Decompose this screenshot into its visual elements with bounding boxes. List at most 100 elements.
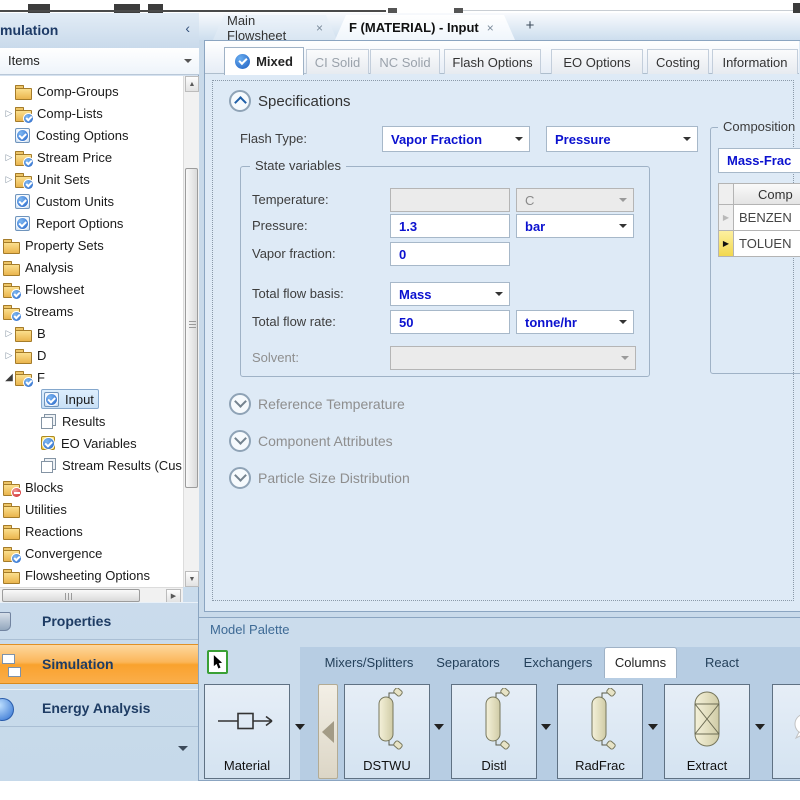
tree-vertical-scrollbar[interactable]: ▲ ▼ — [183, 76, 199, 587]
nav-button-simulation[interactable]: Simulation — [0, 644, 198, 684]
expand-section-icon[interactable] — [229, 467, 251, 489]
tree-item-blocks[interactable]: Blocks — [0, 476, 183, 498]
section-title-component-attributes: Component Attributes — [258, 433, 393, 449]
tree-item-flowsheet[interactable]: Flowsheet — [0, 278, 183, 300]
close-tab-icon[interactable]: × — [316, 21, 323, 35]
scroll-up-icon[interactable]: ▲ — [185, 76, 199, 92]
tab-nc-solid[interactable]: NC Solid — [370, 49, 440, 74]
total-flow-rate-unit-dropdown[interactable]: tonne/hr — [516, 310, 634, 334]
vapor-fraction-field[interactable]: 0 — [390, 242, 510, 266]
scroll-right-icon[interactable]: ▶ — [166, 589, 181, 603]
expander-collapsed-icon[interactable]: ▷ — [3, 350, 15, 361]
row-marker[interactable]: ▶ — [718, 204, 734, 231]
form-check-icon — [44, 392, 59, 407]
collapse-section-icon[interactable] — [229, 90, 251, 112]
form-check-icon — [15, 194, 30, 209]
tree-item-reactions[interactable]: Reactions — [0, 520, 183, 542]
tab-information[interactable]: Information — [712, 49, 798, 74]
tab-mixed[interactable]: Mixed — [224, 47, 304, 75]
tab-flash-options[interactable]: Flash Options — [444, 49, 541, 74]
table-row-toluene[interactable]: TOLUEN — [733, 230, 800, 257]
chevron-down-icon[interactable] — [295, 724, 305, 730]
palette-tab-exchangers[interactable]: Exchangers — [520, 647, 596, 678]
expander-expanded-icon[interactable]: ◢ — [3, 372, 15, 383]
pressure-unit-dropdown[interactable]: bar — [516, 214, 634, 238]
tree-item-stream-f[interactable]: ◢ F — [0, 366, 183, 388]
tree-item-comp-lists[interactable]: ▷ Comp-Lists — [0, 102, 183, 124]
tree-item-unit-sets[interactable]: ▷ Unit Sets — [0, 168, 183, 190]
nav-button-energy-analysis[interactable]: Energy Analysis — [0, 689, 198, 727]
tree-item-stream-f-eo-variables[interactable]: EO Variables — [0, 432, 183, 454]
palette-item-mult[interactable]: Mult — [772, 684, 800, 779]
tree-item-flowsheeting-options[interactable]: Flowsheeting Options — [0, 564, 183, 586]
expander-collapsed-icon[interactable]: ▷ — [3, 174, 15, 185]
table-row-benzene[interactable]: BENZEN — [733, 204, 800, 231]
chevron-down-icon[interactable] — [755, 724, 765, 730]
selected-tree-item[interactable]: Input — [41, 389, 99, 409]
expand-section-icon[interactable] — [229, 393, 251, 415]
tab-eo-options[interactable]: EO Options — [551, 49, 643, 74]
expander-collapsed-icon[interactable]: ▷ — [3, 152, 15, 163]
folder-check-icon — [3, 303, 19, 319]
nav-button-properties[interactable]: Properties — [0, 602, 198, 640]
temperature-label: Temperature: — [252, 188, 329, 212]
palette-item-material[interactable]: Material — [204, 684, 290, 779]
tree-item-stream-f-results[interactable]: Results — [0, 410, 183, 432]
palette-item-radfrac[interactable]: RadFrac — [557, 684, 643, 779]
flash-type-2-dropdown[interactable]: Pressure — [546, 126, 698, 152]
material-stream-icon — [205, 707, 289, 735]
tree-item-report-options[interactable]: Report Options — [0, 212, 183, 234]
pressure-field[interactable]: 1.3 — [390, 214, 510, 238]
close-tab-icon[interactable]: × — [487, 21, 494, 35]
flash-type-1-dropdown[interactable]: Vapor Fraction — [382, 126, 530, 152]
tree-item-convergence[interactable]: Convergence — [0, 542, 183, 564]
new-tab-button[interactable]: + — [521, 17, 539, 35]
tab-costing[interactable]: Costing — [647, 49, 709, 74]
chevron-down-icon[interactable] — [541, 724, 551, 730]
collapse-pane-icon[interactable]: ‹ — [185, 20, 190, 36]
row-marker-active[interactable]: ▶ — [718, 230, 734, 257]
palette-item-distl[interactable]: Distl — [451, 684, 537, 779]
palette-scroll-left-button[interactable] — [318, 684, 338, 779]
tree-item-utilities[interactable]: Utilities — [0, 498, 183, 520]
scroll-down-icon[interactable]: ▼ — [185, 571, 199, 587]
folder-icon — [3, 259, 19, 275]
tree-horizontal-scrollbar[interactable]: ▶ — [0, 587, 183, 603]
palette-item-extract[interactable]: Extract — [664, 684, 750, 779]
palette-tab-columns[interactable]: Columns — [604, 647, 677, 678]
tree-item-stream-f-stream-results[interactable]: Stream Results (Cus — [0, 454, 183, 476]
total-flow-rate-field[interactable]: 50 — [390, 310, 510, 334]
tree-item-stream-price[interactable]: ▷ Stream Price — [0, 146, 183, 168]
tree-item-streams[interactable]: Streams — [0, 300, 183, 322]
palette-tab-separators[interactable]: Separators — [430, 647, 506, 678]
expander-collapsed-icon[interactable]: ▷ — [3, 328, 15, 339]
palette-item-dstwu[interactable]: DSTWU — [344, 684, 430, 779]
tree-item-stream-d[interactable]: ▷ D — [0, 344, 183, 366]
tree-item-comp-groups[interactable]: Comp-Groups — [0, 80, 183, 102]
tree-item-stream-b[interactable]: ▷ B — [0, 322, 183, 344]
palette-tab-mixers-splitters[interactable]: Mixers/Splitters — [320, 647, 418, 678]
folder-icon — [3, 501, 19, 517]
tab-ci-solid[interactable]: CI Solid — [306, 49, 369, 74]
horizontal-scroll-thumb[interactable] — [2, 589, 140, 602]
tree-item-analysis[interactable]: Analysis — [0, 256, 183, 278]
tree-item-stream-f-input[interactable]: Input — [0, 388, 183, 410]
expander-collapsed-icon[interactable]: ▷ — [3, 108, 15, 119]
tab-f-material-input[interactable]: F (MATERIAL) - Input × — [335, 15, 515, 40]
expand-section-icon[interactable] — [229, 430, 251, 452]
vertical-scroll-thumb[interactable] — [185, 168, 198, 488]
chevron-down-icon[interactable] — [648, 724, 658, 730]
chevron-down-icon — [619, 198, 627, 202]
composition-basis-dropdown[interactable]: Mass-Frac — [718, 148, 800, 173]
total-flow-basis-dropdown[interactable]: Mass — [390, 282, 510, 306]
tab-main-flowsheet[interactable]: Main Flowsheet × — [213, 15, 337, 40]
select-cursor-button[interactable] — [207, 650, 228, 674]
tree-item-costing-options[interactable]: Costing Options — [0, 124, 183, 146]
nav-overflow-icon[interactable] — [178, 746, 188, 751]
palette-tab-reactors[interactable]: React — [682, 647, 762, 678]
chevron-down-icon[interactable] — [434, 724, 444, 730]
tree-item-custom-units[interactable]: Custom Units — [0, 190, 183, 212]
tree-item-property-sets[interactable]: Property Sets — [0, 234, 183, 256]
chevron-down-icon — [683, 137, 691, 141]
items-filter-dropdown[interactable]: Items — [0, 48, 199, 75]
